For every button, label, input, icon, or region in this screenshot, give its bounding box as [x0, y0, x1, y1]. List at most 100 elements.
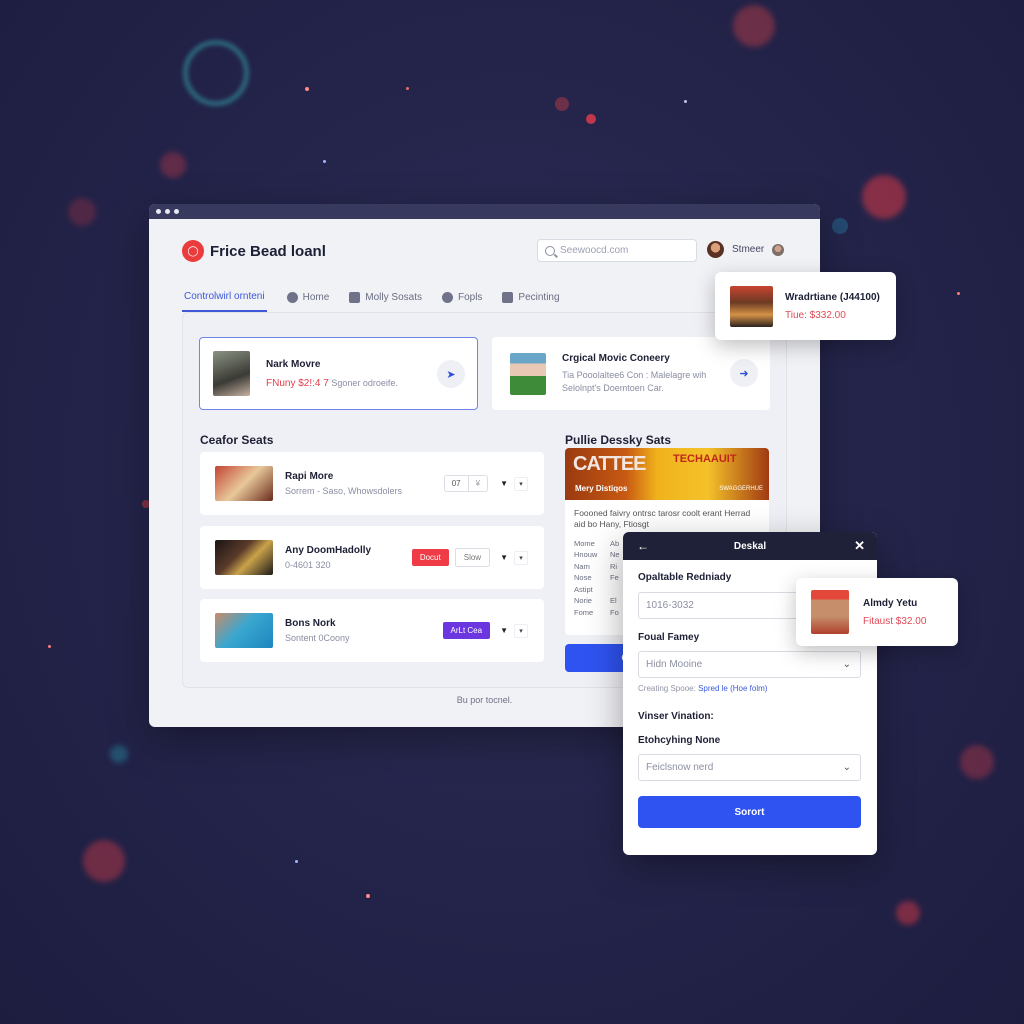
featured-title: Crgical Movic Coneery	[562, 353, 670, 365]
movie-thumbnail	[730, 285, 773, 327]
search-input[interactable]: Seewoocd.com	[537, 239, 697, 262]
decor-dot	[406, 87, 409, 90]
book-button[interactable]: Docut	[411, 549, 449, 566]
row-subtitle: Sorrem - Saso, Whowsdolers	[285, 486, 403, 496]
dialog-title: Deskal	[733, 540, 767, 552]
helper-text: Creating Spooe: Spred le (Hoe folm)	[638, 684, 767, 693]
toast-title: Almdy Yetu	[863, 597, 918, 609]
spec-key: Mome	[574, 538, 595, 548]
tab-people[interactable]: Fopls	[441, 282, 482, 312]
arrow-right-icon[interactable]: ➜	[730, 359, 758, 387]
field-label: Foual Famey	[638, 632, 700, 643]
dropdown-button[interactable]: ▾	[514, 550, 528, 565]
movie-thumbnail	[510, 352, 546, 395]
decor-dot	[48, 645, 51, 648]
add-button[interactable]: ArLt Cea	[442, 622, 491, 639]
row-title: Bons Nork	[285, 618, 336, 629]
helper-link[interactable]: Spred le (Hoe folm)	[698, 684, 767, 693]
tab-control-content[interactable]: Controlwirl ornteni	[182, 282, 267, 312]
toast-title: Wradrtiane (J44100)	[785, 291, 880, 303]
decor-dot	[305, 87, 309, 91]
spec-key: Astipt	[574, 584, 593, 594]
avatar[interactable]	[707, 241, 724, 258]
notification-toast[interactable]: Almdy Yetu Fitaust $32.00	[796, 578, 958, 646]
window-control-dot[interactable]	[156, 209, 161, 214]
quantity-unit[interactable]: ¥	[467, 476, 487, 491]
window-titlebar	[149, 204, 820, 219]
banner-tag: SWAGGERHUE	[719, 486, 763, 492]
back-arrow-icon[interactable]: ←	[637, 539, 649, 553]
list-item[interactable]: Bons Nork Sontent 0Coony ArLt Cea ▼ ▾	[200, 599, 544, 662]
movie-thumbnail	[215, 613, 273, 648]
movie-thumbnail	[811, 590, 849, 634]
decor-dot	[896, 901, 920, 925]
decor-dot	[83, 840, 125, 882]
toast-price: Fitaust $32.00	[863, 615, 927, 627]
family-select[interactable]: Hidn Mooine ⌄	[638, 651, 861, 678]
caret-down-icon[interactable]: ▼	[500, 479, 508, 488]
user-name: Stmeer	[732, 244, 765, 255]
featured-subtitle: Sgoner odroeife.	[331, 377, 398, 388]
tab-label: Home	[302, 291, 330, 303]
tab-label: Controlwirl ornteni	[184, 290, 265, 302]
brand[interactable]: ◯ Frice Bead loanl	[182, 240, 326, 262]
list-item[interactable]: Any DoomHadolly 0-4601 320 Docut Slow ▼ …	[200, 526, 544, 589]
banner-brand: TECHAAUIT	[673, 453, 737, 465]
submit-button[interactable]: Sorort	[638, 796, 861, 828]
secondary-avatar[interactable]	[772, 243, 785, 256]
tab-seats[interactable]: Molly Sosats	[349, 282, 422, 312]
window-control-dot[interactable]	[174, 209, 179, 214]
row-subtitle: 0-4601 320	[285, 560, 331, 570]
select-value: Feiclsnow nerd	[646, 762, 714, 773]
row-title: Any DoomHadolly	[285, 545, 372, 556]
chevron-down-icon: ⌄	[842, 762, 851, 773]
spec-key: Fome	[574, 607, 594, 617]
search-icon	[545, 245, 555, 256]
section-label: Vinser Vination:	[638, 711, 714, 722]
decor-dot	[733, 5, 775, 47]
decor-dot	[295, 860, 298, 863]
shield-logo-icon: ◯	[182, 240, 204, 262]
decor-dot	[957, 292, 960, 295]
toast-price: Tiue: $332.00	[785, 309, 846, 321]
caret-down-icon[interactable]: ▼	[500, 626, 508, 635]
decor-dot	[555, 97, 569, 111]
view-button[interactable]: Slow	[454, 548, 491, 567]
row-subtitle: Sontent 0Coony	[285, 633, 350, 643]
tab-painting[interactable]: Pecinting	[502, 282, 560, 312]
decor-dot	[684, 100, 687, 103]
quantity-stepper[interactable]: 07 ¥	[443, 475, 489, 492]
tab-label: Pecinting	[518, 291, 560, 303]
decor-dot	[960, 745, 994, 779]
clipboard-icon	[502, 291, 514, 303]
decor-dot	[586, 114, 596, 124]
promo-banner: CATTEE TECHAAUIT Mery Distiqos SWAGGERHU…	[565, 448, 769, 500]
search-placeholder: Seewoocd.com	[560, 245, 629, 256]
caret-down-icon[interactable]: ▼	[500, 553, 508, 562]
featured-card[interactable]: Nark Movre FNuny $2!:4 7 Sgoner odroeife…	[199, 337, 478, 410]
featured-subtitle: Tia Pooolaltee6 Con : Malelagre wih Selo…	[562, 370, 707, 393]
option-select[interactable]: Feiclsnow nerd ⌄	[638, 754, 861, 781]
tab-home[interactable]: Home	[286, 282, 330, 312]
close-icon[interactable]: ✕	[854, 538, 865, 554]
notification-toast[interactable]: Wradrtiane (J44100) Tiue: $332.00	[715, 272, 896, 340]
helper-prefix: Creating Spooe:	[638, 684, 696, 693]
dropdown-button[interactable]: ▾	[514, 623, 528, 638]
select-value: Hidn Mooine	[646, 659, 703, 670]
spec-key: Hnouw	[574, 550, 598, 560]
user-menu[interactable]: Stmeer	[707, 241, 785, 258]
decor-ring	[183, 40, 249, 106]
dropdown-button[interactable]: ▾	[514, 476, 528, 491]
banner-title: CATTEE	[573, 453, 647, 475]
chevron-down-icon: ⌄	[842, 659, 851, 670]
section-title: Ceafor Seats	[200, 433, 274, 447]
input-value: 1016-3032	[646, 600, 694, 611]
bird-icon[interactable]: ➤	[437, 360, 465, 388]
field-label: Opaltable Redniady	[638, 572, 732, 583]
featured-card[interactable]: Crgical Movic Coneery Tia Pooolaltee6 Co…	[492, 337, 770, 410]
people-icon	[349, 291, 361, 303]
decor-dot	[323, 160, 326, 163]
decor-dot	[366, 894, 370, 898]
list-item[interactable]: Rapi More Sorrem - Saso, Whowsdolers 07 …	[200, 452, 544, 515]
window-control-dot[interactable]	[165, 209, 170, 214]
